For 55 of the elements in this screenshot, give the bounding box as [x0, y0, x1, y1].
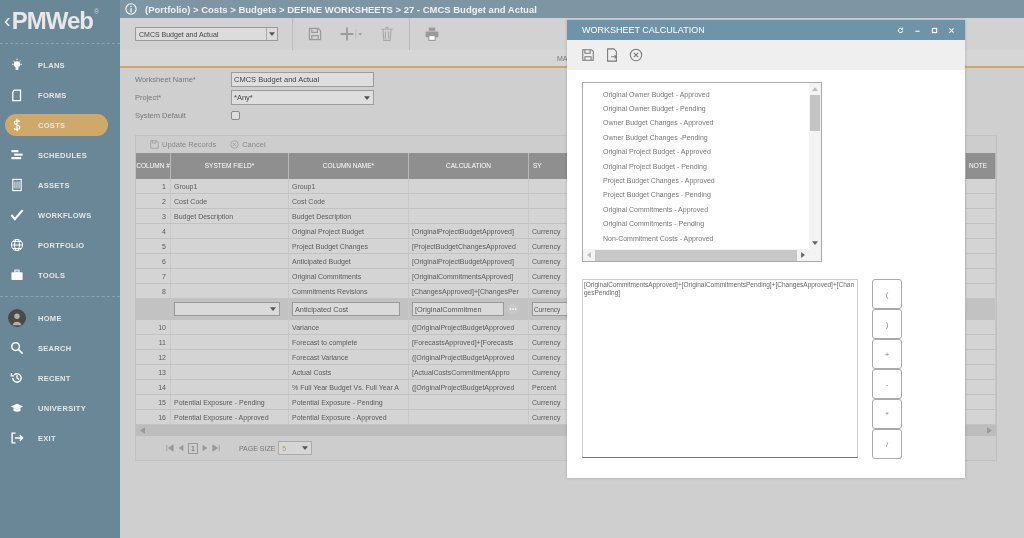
cancel-icon[interactable]	[629, 48, 643, 62]
right-arrow-icon[interactable]	[801, 252, 805, 258]
operator-button[interactable]: -	[872, 369, 902, 399]
refresh-icon[interactable]	[897, 26, 904, 34]
more-button[interactable]	[507, 303, 519, 315]
trash-icon[interactable]	[379, 26, 395, 42]
globe-icon	[10, 238, 24, 252]
save-icon	[150, 140, 159, 149]
building-icon	[10, 178, 24, 192]
down-arrow-icon[interactable]	[812, 241, 818, 245]
system-field-dropdown[interactable]	[174, 302, 280, 316]
breadcrumb: (Portfolio) > Costs > Budgets > DEFINE WORKSHEETS > 27 - CMCS Budget and Actual	[145, 3, 537, 15]
briefcase-icon	[10, 268, 24, 282]
logo: PMWeb	[11, 8, 93, 34]
operator-button[interactable]: /	[872, 429, 902, 459]
add-icon[interactable]	[339, 26, 363, 42]
document-icon	[10, 88, 24, 102]
last-page-icon[interactable]	[211, 444, 220, 452]
operator-button[interactable]: (	[872, 279, 902, 309]
up-arrow-icon[interactable]	[812, 87, 818, 91]
previous-page-icon[interactable]	[177, 444, 185, 452]
scroll-thumb[interactable]	[595, 249, 797, 261]
history-icon	[10, 371, 24, 385]
exit-icon	[10, 431, 24, 445]
left-arrow-icon[interactable]	[587, 252, 591, 258]
checkmark-icon	[10, 208, 24, 222]
maximize-icon[interactable]	[931, 26, 938, 34]
bulb-icon	[10, 58, 24, 72]
info-icon[interactable]	[125, 3, 137, 15]
caret-icon	[364, 95, 370, 100]
caret-icon	[269, 32, 275, 36]
left-arrow-icon[interactable]	[140, 427, 145, 434]
dialog-title: WORKSHEET CALCULATION	[582, 25, 706, 35]
graduation-cap-icon	[10, 401, 24, 415]
close-icon[interactable]	[948, 26, 955, 34]
operator-button[interactable]: *	[872, 399, 902, 429]
next-page-icon[interactable]	[200, 444, 209, 452]
search-icon	[10, 341, 24, 355]
operator-button[interactable]: )	[872, 309, 902, 339]
scroll-thumb[interactable]	[810, 95, 820, 131]
bars-icon	[10, 148, 24, 162]
back-chevron[interactable]: ‹	[4, 8, 11, 32]
print-icon[interactable]	[424, 26, 440, 42]
vertical-scrollbar[interactable]	[809, 83, 821, 249]
save-icon[interactable]	[581, 48, 595, 62]
caret-icon	[302, 446, 309, 450]
caret-icon	[270, 307, 276, 311]
cancel-icon	[230, 140, 240, 149]
save-icon[interactable]	[307, 26, 323, 42]
first-page-icon[interactable]	[166, 444, 174, 452]
checkbox[interactable]	[231, 111, 240, 120]
operator-button[interactable]: +	[872, 339, 902, 369]
avatar	[8, 309, 26, 327]
document-arrow-icon[interactable]	[605, 48, 619, 62]
horizontal-scrollbar[interactable]	[583, 249, 821, 261]
